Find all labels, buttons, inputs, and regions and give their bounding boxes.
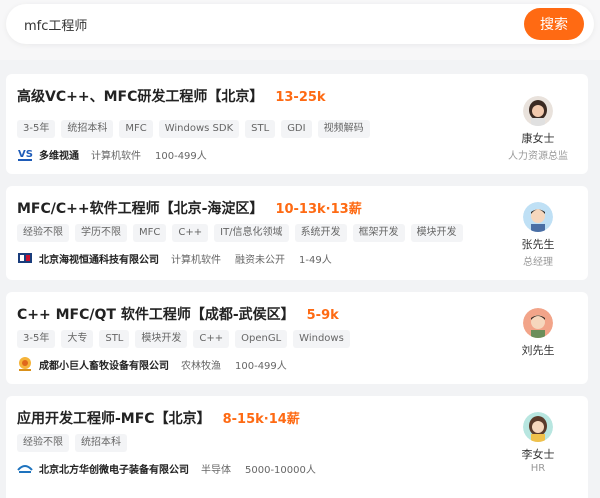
job-tag: 模块开发 <box>410 224 463 242</box>
search-header: 搜索 <box>0 0 600 60</box>
job-tag: IT/信息化领域 <box>214 224 289 242</box>
job-tag: MFC <box>133 224 167 242</box>
job-salary: 8-15k·14薪 <box>222 412 300 427</box>
job-tags: 经验不限 学历不限 MFC C++ IT/信息化领域 系统开发 框架开发 模块开… <box>17 224 463 242</box>
avatar-man-icon <box>523 202 553 232</box>
company-industry: 农林牧渔 <box>181 360 221 372</box>
recruiter-role: HR <box>530 463 546 474</box>
recruiter-name: 张先生 <box>521 238 555 251</box>
job-tag: 视频解码 <box>317 120 370 138</box>
job-tag: 统招本科 <box>61 120 114 138</box>
job-tags: 3-5年 大专 STL 模块开发 C++ OpenGL Windows <box>17 330 350 348</box>
company-size: 100-499人 <box>235 360 287 372</box>
job-tag: 3-5年 <box>17 120 56 138</box>
recruiter-info[interactable]: 刘先生 <box>494 308 582 358</box>
job-title[interactable]: MFC/C++软件工程师【北京-海淀区】 <box>17 198 263 218</box>
company-logo-naura-icon <box>17 460 33 476</box>
job-tags: 3-5年 统招本科 MFC Windows SDK STL GDI 视频解码 <box>17 120 370 138</box>
recruiter-role: 人力资源总监 <box>508 151 568 162</box>
avatar-man-icon <box>523 308 553 338</box>
company-size: 100-499人 <box>155 150 207 162</box>
job-tag: 经验不限 <box>17 434 69 452</box>
job-tag: 学历不限 <box>75 224 127 242</box>
job-salary: 13-25k <box>275 90 326 105</box>
job-card[interactable]: C++ MFC/QT 软件工程师【成都-武侯区】 5-9k 3-5年 大专 ST… <box>6 292 588 384</box>
job-tag: Windows SDK <box>158 120 240 138</box>
job-salary: 10-13k·13薪 <box>275 202 362 217</box>
job-title[interactable]: 应用开发工程师-MFC【北京】 <box>17 408 211 428</box>
company-industry: 计算机软件 <box>171 254 221 266</box>
company-info: 北京海视恒通科技有限公司 计算机软件 融资未公开 1-49人 <box>17 250 346 266</box>
job-tag: 3-5年 <box>17 330 56 348</box>
job-tag: STL <box>245 120 276 138</box>
job-tag: 系统开发 <box>294 224 347 242</box>
job-tag: 模块开发 <box>135 330 188 348</box>
job-card[interactable]: 高级VC++、MFC研发工程师【北京】 13-25k 3-5年 统招本科 MFC… <box>6 74 588 174</box>
job-tag: STL <box>99 330 130 348</box>
company-size: 1-49人 <box>299 254 332 266</box>
recruiter-info[interactable]: 李女士 HR <box>494 412 582 474</box>
company-name[interactable]: 北京海视恒通科技有限公司 <box>39 251 159 266</box>
company-info: VS 多维视通 计算机软件 100-499人 <box>17 146 221 162</box>
company-size: 5000-10000人 <box>245 464 316 476</box>
search-bar: 搜索 <box>6 4 594 44</box>
avatar-woman-icon <box>523 96 553 126</box>
job-card[interactable]: MFC/C++软件工程师【北京-海淀区】 10-13k·13薪 经验不限 学历不… <box>6 186 588 280</box>
job-tag: GDI <box>281 120 312 138</box>
job-card[interactable]: 应用开发工程师-MFC【北京】 8-15k·14薪 经验不限 统招本科 北京北方… <box>6 396 588 498</box>
svg-text:VS: VS <box>18 149 33 160</box>
job-tag: 框架开发 <box>352 224 405 242</box>
recruiter-name: 李女士 <box>521 448 555 461</box>
job-tag: OpenGL <box>235 330 288 348</box>
job-tag: 经验不限 <box>17 224 69 242</box>
job-tag: C++ <box>172 224 209 242</box>
company-logo-xjr-icon <box>17 356 33 372</box>
company-funding: 融资未公开 <box>235 254 285 266</box>
job-tag: 大专 <box>61 330 94 348</box>
recruiter-name: 刘先生 <box>521 344 555 357</box>
company-info: 北京北方华创微电子装备有限公司 半导体 5000-10000人 <box>17 460 330 476</box>
recruiter-info[interactable]: 张先生 总经理 <box>494 202 582 268</box>
job-title[interactable]: C++ MFC/QT 软件工程师【成都-武侯区】 <box>17 304 295 324</box>
job-tags: 经验不限 统招本科 <box>17 434 127 452</box>
company-industry: 半导体 <box>201 464 231 476</box>
job-title[interactable]: 高级VC++、MFC研发工程师【北京】 <box>17 86 263 106</box>
job-salary: 5-9k <box>306 308 339 323</box>
avatar-woman-icon <box>523 412 553 442</box>
company-name[interactable]: 多维视通 <box>39 147 79 162</box>
company-logo-vs-icon: VS <box>17 146 33 162</box>
company-info: 成都小巨人畜牧设备有限公司 农林牧渔 100-499人 <box>17 356 301 372</box>
job-tag: C++ <box>193 330 230 348</box>
company-logo-hs-icon <box>17 250 33 266</box>
job-tag: Windows <box>293 330 350 348</box>
recruiter-info[interactable]: 康女士 人力资源总监 <box>494 96 582 162</box>
search-input[interactable] <box>24 4 504 44</box>
recruiter-name: 康女士 <box>521 132 555 145</box>
company-industry: 计算机软件 <box>91 150 141 162</box>
job-tag: 统招本科 <box>75 434 127 452</box>
recruiter-role: 总经理 <box>523 257 553 268</box>
search-button[interactable]: 搜索 <box>524 8 584 40</box>
company-name[interactable]: 北京北方华创微电子装备有限公司 <box>39 461 189 476</box>
company-name[interactable]: 成都小巨人畜牧设备有限公司 <box>39 357 169 372</box>
job-tag: MFC <box>119 120 153 138</box>
